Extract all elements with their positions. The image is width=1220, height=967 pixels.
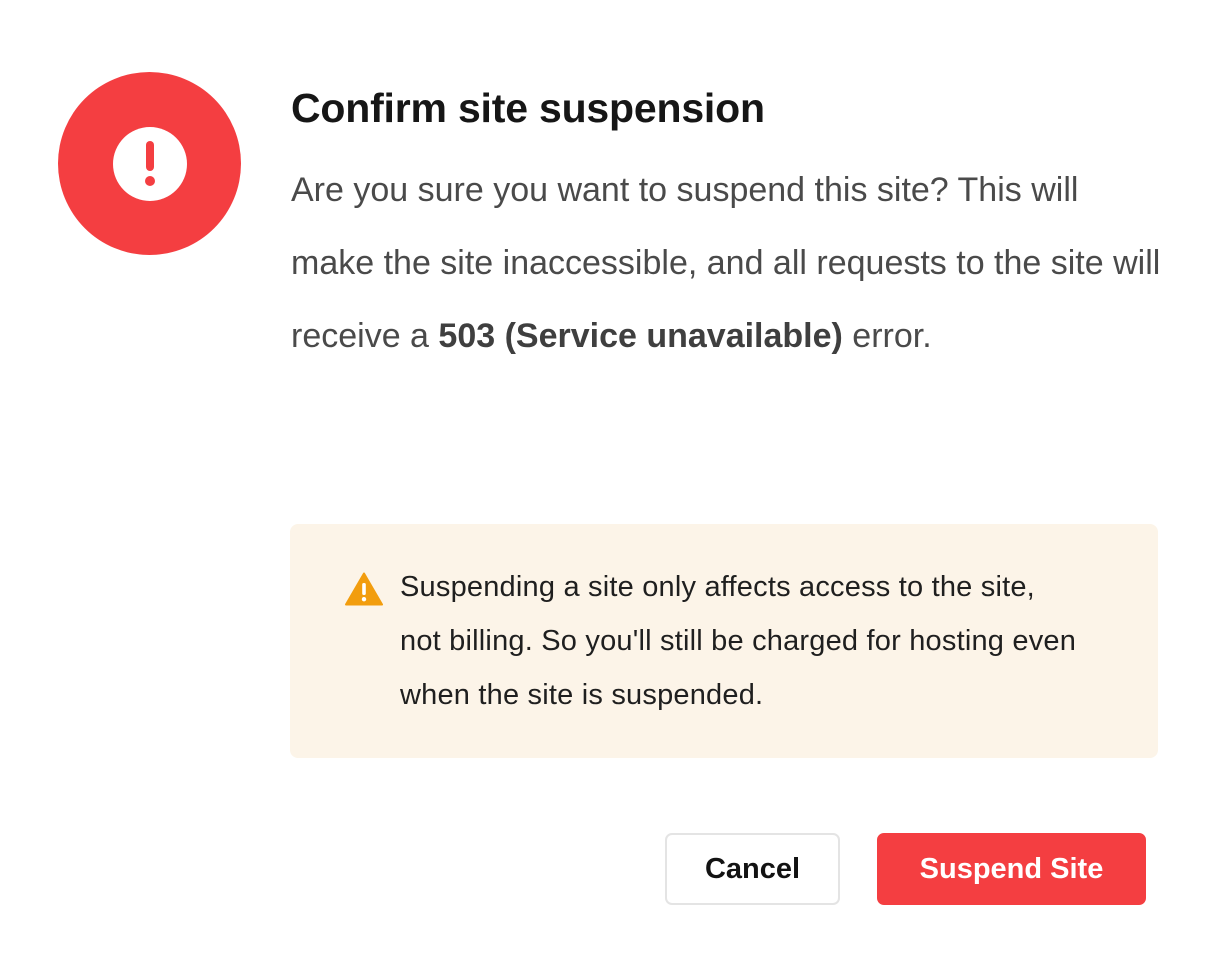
description-text-after: error. <box>842 317 932 355</box>
warning-triangle-icon <box>345 572 383 606</box>
dialog-title: Confirm site suspension <box>291 85 765 131</box>
exclamation-circle-icon <box>58 72 241 255</box>
exclamation-glyph <box>112 126 187 201</box>
dialog-description: Are you sure you want to suspend this si… <box>291 154 1161 373</box>
suspend-site-dialog: Confirm site suspension Are you sure you… <box>0 0 1220 967</box>
cancel-button[interactable]: Cancel <box>665 833 840 905</box>
suspend-site-button[interactable]: Suspend Site <box>877 833 1146 905</box>
billing-warning-callout: Suspending a site only affects access to… <box>290 524 1158 758</box>
description-status-code: 503 (Service unavailable) <box>438 317 843 355</box>
warning-message: Suspending a site only affects access to… <box>400 571 1077 711</box>
dialog-content: Confirm site suspension Are you sure you… <box>291 80 1161 373</box>
